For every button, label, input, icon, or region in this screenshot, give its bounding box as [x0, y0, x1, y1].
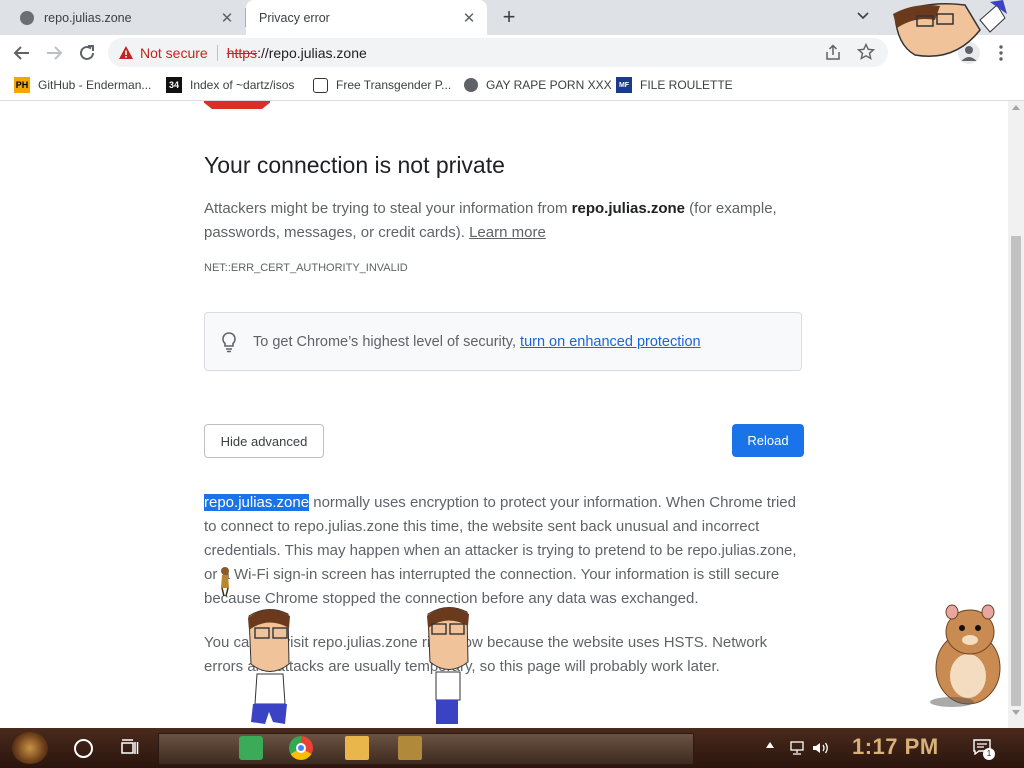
advanced-details: repo.julias.zone normally uses encryptio… — [204, 491, 804, 611]
volume-icon[interactable] — [812, 741, 830, 755]
cartoon-head-overlay — [893, 0, 1007, 57]
bookmark-file-roulette[interactable]: MF FILE ROULETTE — [616, 70, 733, 100]
page-scrollbar[interactable] — [1008, 101, 1024, 728]
selected-host: repo.julias.zone — [204, 494, 310, 511]
security-status[interactable]: Not secure — [140, 45, 208, 61]
cartoon-figure-overlay — [221, 567, 229, 596]
hide-advanced-button[interactable]: Hide advanced — [204, 424, 324, 458]
close-icon[interactable]: ✕ — [219, 9, 235, 27]
bookmark-gay[interactable]: GAY RAPE PORN XXX — [464, 70, 612, 100]
file-explorer-icon[interactable] — [345, 736, 369, 760]
learn-more-link[interactable]: Learn more — [469, 224, 546, 241]
divider — [216, 44, 218, 61]
error-badge-icon — [204, 101, 270, 109]
bookmark-label: Index of ~dartz/isos — [190, 78, 295, 92]
globe-icon — [464, 78, 478, 92]
enhanced-text: To get Chrome’s highest level of securit… — [253, 333, 521, 350]
star-icon[interactable] — [857, 43, 875, 61]
cartoon-man-overlay — [248, 609, 290, 724]
reload-icon[interactable] — [76, 42, 98, 64]
tab-title: repo.julias.zone — [44, 10, 132, 25]
chevron-down-icon[interactable] — [853, 6, 873, 26]
page-title: Your connection is not private — [204, 152, 505, 178]
cartoon-man-overlay — [427, 607, 469, 724]
error-code: NET::ERR_CERT_AUTHORITY_INVALID — [204, 262, 408, 274]
tab-strip: repo.julias.zone ✕ Privacy error ✕ + — [0, 0, 1024, 35]
warning-icon[interactable] — [118, 45, 134, 61]
reload-button[interactable]: Reload — [732, 424, 804, 457]
start-button[interactable] — [12, 732, 48, 764]
network-icon[interactable] — [789, 741, 805, 755]
mask-icon — [313, 77, 328, 93]
bookmark-label: GAY RAPE PORN XXX — [486, 78, 612, 92]
bookmark-github[interactable]: PH GitHub - Enderman... — [14, 70, 151, 100]
hamster-overlay — [930, 604, 1001, 707]
cortana-icon[interactable] — [74, 739, 93, 758]
enhanced-protection-box: To get Chrome’s highest level of securit… — [204, 312, 802, 371]
bookmark-free-transgender[interactable]: Free Transgender P... — [313, 70, 451, 100]
intro-pre: Attackers might be trying to steal your … — [204, 200, 572, 217]
tab-title: Privacy error — [259, 10, 330, 25]
windows-taskbar: 1:17 PM 1 — [0, 728, 1024, 768]
privacy-error-page: Your connection is not private Attackers… — [0, 101, 1008, 728]
game-app-icon[interactable] — [398, 736, 422, 760]
forward-arrow-icon[interactable] — [43, 42, 65, 64]
scroll-down-icon[interactable] — [1012, 710, 1020, 715]
scroll-up-icon[interactable] — [1012, 105, 1020, 110]
notes-app-icon[interactable] — [239, 736, 263, 760]
globe-icon — [20, 10, 34, 25]
share-icon[interactable] — [824, 44, 842, 62]
task-view-icon[interactable] — [121, 739, 139, 757]
intro-text: Attackers might be trying to steal your … — [204, 197, 804, 245]
bookmark-index-isos[interactable]: 34 Index of ~dartz/isos — [166, 70, 294, 100]
enhanced-protection-link[interactable]: turn on enhanced protection — [520, 334, 701, 350]
close-icon[interactable]: ✕ — [461, 9, 477, 27]
scroll-thumb[interactable] — [1011, 236, 1021, 706]
intro-host: repo.julias.zone — [571, 200, 686, 217]
bookmark-label: FILE ROULETTE — [640, 78, 733, 92]
pornhub-icon: PH — [14, 77, 30, 93]
lightbulb-icon — [222, 331, 236, 352]
back-arrow-icon[interactable] — [11, 42, 33, 64]
rule34-icon: 34 — [166, 77, 182, 93]
chrome-icon[interactable] — [289, 736, 313, 760]
address-bar[interactable]: Not secure https://repo.julias.zone — [108, 38, 888, 67]
file-roulette-icon: MF — [616, 77, 632, 93]
browser-toolbar: Not secure https://repo.julias.zone — [0, 35, 1024, 70]
new-tab-button[interactable]: + — [498, 5, 520, 29]
tab-repo[interactable]: repo.julias.zone ✕ — [0, 0, 245, 35]
bookmarks-bar: PH GitHub - Enderman... 34 Index of ~dar… — [0, 70, 1024, 101]
url-host: ://repo.julias.zone — [257, 44, 367, 61]
notification-badge: 1 — [983, 748, 995, 760]
tab-privacy-error[interactable]: Privacy error ✕ — [246, 0, 487, 35]
chevron-up-icon[interactable] — [766, 742, 774, 748]
taskbar-clock[interactable]: 1:17 PM — [852, 734, 939, 760]
url-scheme: https — [226, 44, 258, 61]
bookmark-label: GitHub - Enderman... — [38, 78, 152, 92]
bookmark-label: Free Transgender P... — [336, 78, 452, 92]
